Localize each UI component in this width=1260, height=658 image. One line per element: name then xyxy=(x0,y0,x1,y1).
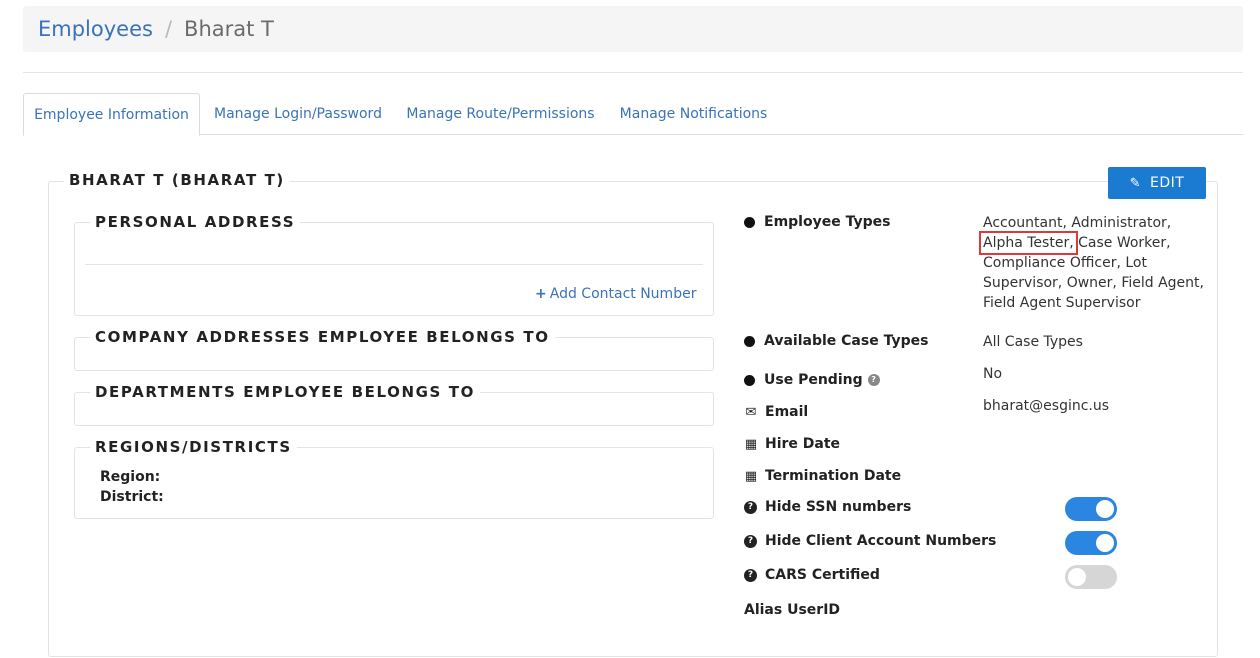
alpha-tester-highlight: Alpha Tester, xyxy=(979,231,1078,255)
use-pending-label: Use Pending ? xyxy=(744,372,880,388)
email-label: ✉ Email xyxy=(745,404,809,420)
toggle-knob xyxy=(1096,500,1114,518)
breadcrumb-current: Bharat T xyxy=(184,17,274,41)
bullet-icon xyxy=(744,335,755,347)
cars-certified-toggle[interactable] xyxy=(1065,565,1117,589)
envelope-icon: ✉ xyxy=(745,404,757,420)
use-pending-value: No xyxy=(983,366,1003,382)
tab-bar: Employee Information Manage Login/Passwo… xyxy=(23,93,1243,136)
personal-address-heading: PERSONAL ADDRESS xyxy=(90,213,301,231)
hide-client-account-label: ? Hide Client Account Numbers xyxy=(744,533,996,549)
question-circle-icon: ? xyxy=(744,568,757,582)
help-icon[interactable]: ? xyxy=(867,374,880,386)
employee-types-label: Employee Types xyxy=(744,214,890,230)
tab-manage-login-password[interactable]: Manage Login/Password xyxy=(203,93,393,135)
calendar-icon: ▦ xyxy=(744,436,758,452)
employee-types-value: Accountant, Administrator, Alpha Tester,… xyxy=(979,215,1204,311)
edit-button[interactable]: ✎ EDIT xyxy=(1108,167,1206,199)
edit-button-label: EDIT xyxy=(1150,175,1185,191)
calendar-icon: ▦ xyxy=(744,468,758,484)
breadcrumb-separator: / xyxy=(164,17,173,41)
divider xyxy=(23,72,1243,73)
hide-client-account-toggle[interactable] xyxy=(1065,531,1117,555)
question-circle-icon: ? xyxy=(744,534,757,548)
divider xyxy=(85,264,703,265)
tab-manage-route-permissions[interactable]: Manage Route/Permissions xyxy=(398,93,603,135)
plus-icon: + xyxy=(535,286,547,302)
add-contact-number-link[interactable]: + Add Contact Number xyxy=(535,286,696,302)
termination-date-label: ▦ Termination Date xyxy=(744,468,902,484)
toggle-knob xyxy=(1068,568,1086,586)
breadcrumb: Employees / Bharat T xyxy=(23,6,1243,52)
bullet-icon xyxy=(744,216,755,228)
regions-box xyxy=(74,447,714,519)
hide-ssn-toggle[interactable] xyxy=(1065,497,1117,521)
case-types-value: All Case Types xyxy=(983,334,1083,350)
edit-icon: ✎ xyxy=(1129,175,1142,191)
email-value: bharat@esginc.us xyxy=(983,398,1110,414)
bullet-icon xyxy=(744,374,755,386)
case-types-label: Available Case Types xyxy=(744,333,928,349)
alias-userid-label: Alias UserID xyxy=(744,602,841,618)
hire-date-label: ▦ Hire Date xyxy=(744,436,841,452)
hide-ssn-label: ? Hide SSN numbers xyxy=(744,499,911,515)
departments-heading: DEPARTMENTS EMPLOYEE BELONGS TO xyxy=(90,383,480,401)
tab-manage-notifications[interactable]: Manage Notifications xyxy=(611,93,776,135)
add-contact-label: Add Contact Number xyxy=(549,286,697,302)
company-addresses-heading: COMPANY ADDRESSES EMPLOYEE BELONGS TO xyxy=(90,328,555,346)
breadcrumb-employees-link[interactable]: Employees xyxy=(38,17,153,41)
regions-heading: REGIONS/DISTRICTS xyxy=(90,438,297,456)
employee-heading: BHARAT T (BHARAT T) xyxy=(64,171,290,189)
question-circle-icon: ? xyxy=(744,500,757,514)
district-label: District: xyxy=(100,489,164,505)
toggle-knob xyxy=(1096,534,1114,552)
region-label: Region: xyxy=(100,469,161,485)
tab-employee-information[interactable]: Employee Information xyxy=(23,93,200,136)
cars-certified-label: ? CARS Certified xyxy=(744,567,880,583)
